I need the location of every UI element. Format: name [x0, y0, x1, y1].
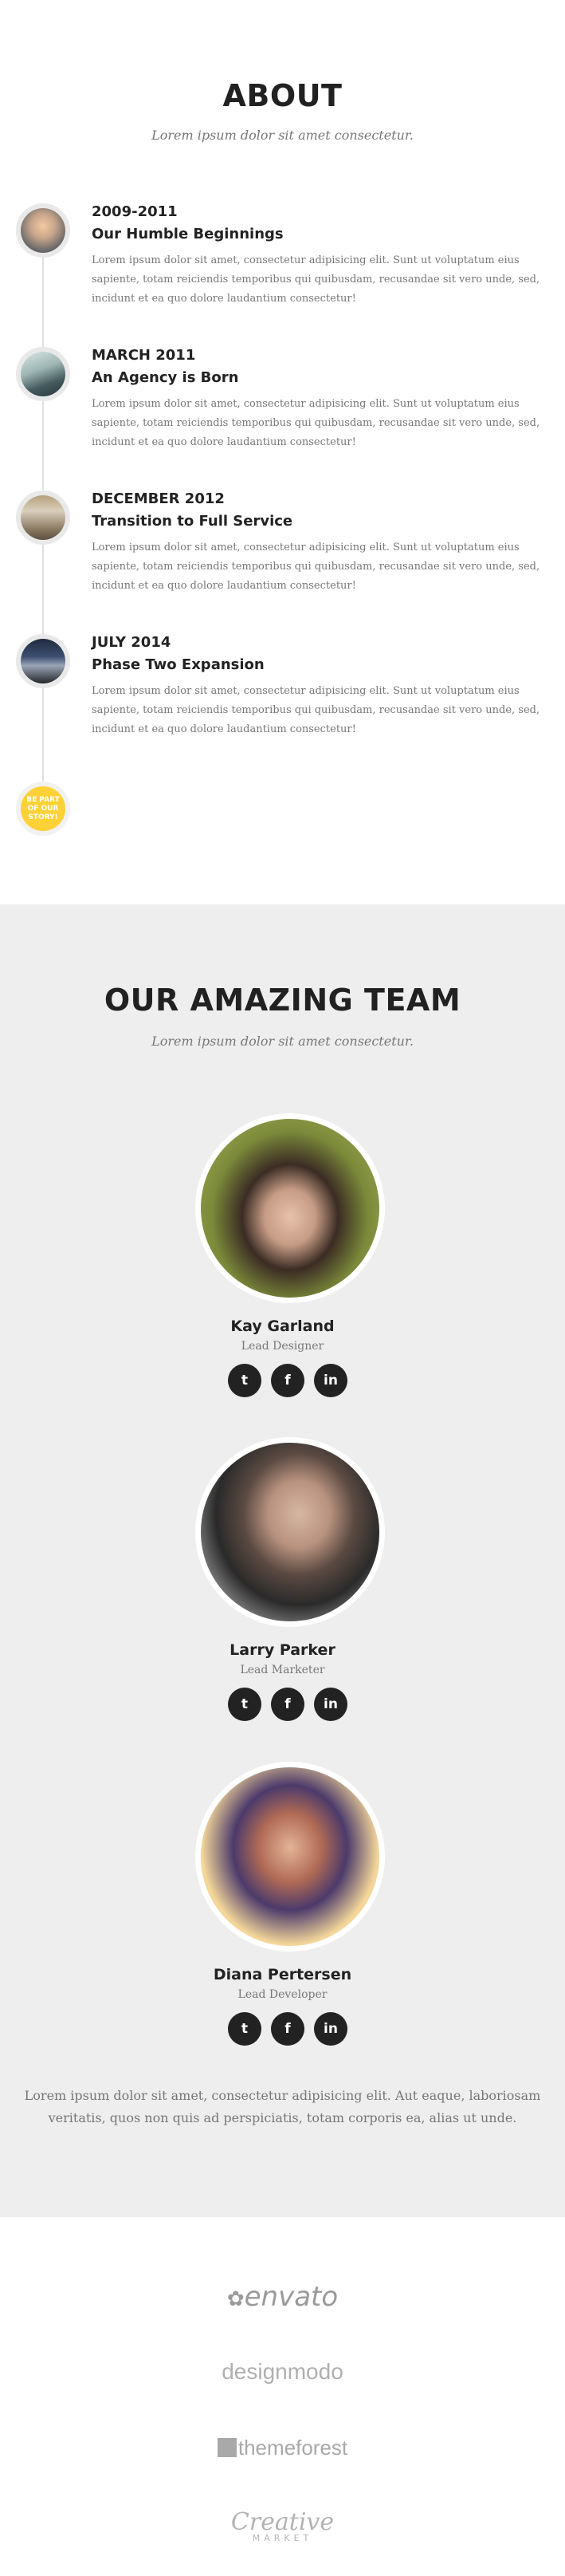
member-name: Kay Garland: [230, 1318, 335, 1335]
about-subtitle: Lorem ipsum dolor sit amet consectetur.: [151, 128, 414, 143]
member-socials: t f in: [226, 1364, 354, 1399]
timeline-heading: Our Humble Beginnings: [92, 226, 284, 242]
leaf-icon: ✿: [226, 2287, 245, 2311]
member-photo: [195, 1437, 385, 1627]
team-member: Kay Garland Lead Designer t f in: [0, 1113, 565, 1416]
timeline-date: DECEMBER 2012: [92, 490, 225, 507]
timeline-heading: An Agency is Born: [92, 369, 239, 386]
timeline-body: Lorem ipsum dolor sit amet, consectetur …: [92, 398, 540, 448]
linkedin-icon[interactable]: in: [314, 1688, 347, 1721]
team-member: Larry Parker Lead Marketer t f in: [0, 1437, 565, 1740]
member-socials: t f in: [226, 2012, 354, 2047]
timeline-heading: Phase Two Expansion: [92, 656, 265, 673]
timeline-item: JULY 2014 Phase Two Expansion Lorem ipsu…: [0, 634, 565, 770]
facebook-icon[interactable]: f: [271, 1688, 304, 1721]
logo-text: MARKET: [252, 2533, 313, 2543]
timeline-date: 2009-2011: [92, 203, 178, 220]
member-photo: [195, 1113, 385, 1303]
story-line: BE PART: [26, 796, 60, 804]
join-story-button[interactable]: BE PART OF OUR STORY!: [16, 782, 70, 836]
linkedin-icon[interactable]: in: [314, 1364, 347, 1397]
timeline-date: MARCH 2011: [92, 347, 196, 364]
team-section: OUR AMAZING TEAM Lorem ipsum dolor sit a…: [0, 904, 565, 2217]
timeline-date: JULY 2014: [92, 634, 171, 651]
story-line: STORY!: [28, 813, 58, 821]
linkedin-icon[interactable]: in: [314, 2012, 347, 2046]
creative-market-logo[interactable]: Creative MARKET: [0, 2508, 565, 2543]
member-socials: t f in: [226, 1688, 354, 1723]
timeline-body: Lorem ipsum dolor sit amet, consectetur …: [92, 685, 540, 735]
timeline-image: [16, 634, 70, 688]
member-name: Larry Parker: [230, 1641, 335, 1659]
timeline-image: [16, 347, 70, 401]
about-section: ABOUT Lorem ipsum dolor sit amet consect…: [0, 0, 565, 904]
clients-section: ✿envato designmodo themeforest Creative …: [0, 2217, 565, 2576]
twitter-icon[interactable]: t: [228, 1688, 261, 1721]
timeline-item: DECEMBER 2012 Transition to Full Service…: [0, 490, 565, 626]
designmodo-logo[interactable]: designmodo: [0, 2359, 565, 2385]
envato-logo[interactable]: ✿envato: [0, 2281, 565, 2313]
timeline-body: Lorem ipsum dolor sit amet, consectetur …: [92, 542, 540, 592]
facebook-icon[interactable]: f: [271, 2012, 304, 2046]
timeline-item: MARCH 2011 An Agency is Born Lorem ipsum…: [0, 347, 565, 483]
timeline-item: 2009-2011 Our Humble Beginnings Lorem ip…: [0, 203, 565, 339]
twitter-icon[interactable]: t: [228, 2012, 261, 2046]
story-line: OF OUR: [27, 805, 59, 813]
twitter-icon[interactable]: t: [228, 1364, 261, 1397]
facebook-icon[interactable]: f: [271, 1364, 304, 1397]
member-photo: [195, 1762, 385, 1952]
team-title: OUR AMAZING TEAM: [104, 983, 461, 1018]
member-name: Diana Pertersen: [213, 1966, 352, 1983]
themeforest-icon: [217, 2438, 237, 2457]
timeline-body: Lorem ipsum dolor sit amet, consectetur …: [92, 254, 540, 305]
about-title: ABOUT: [222, 78, 343, 113]
member-role: Lead Marketer: [240, 1664, 325, 1676]
timeline-image: [16, 203, 70, 258]
timeline-heading: Transition to Full Service: [92, 513, 293, 530]
themeforest-logo[interactable]: themeforest: [0, 2436, 565, 2460]
team-subtitle: Lorem ipsum dolor sit amet consectetur.: [151, 1034, 414, 1049]
logo-text: Creative: [230, 2508, 335, 2536]
logo-text: themeforest: [237, 2436, 348, 2460]
member-role: Lead Developer: [237, 1988, 328, 2001]
timeline-image: [16, 490, 70, 545]
member-role: Lead Designer: [241, 1340, 324, 1353]
team-member: Diana Pertersen Lead Developer t f in: [0, 1762, 565, 2065]
team-description: Lorem ipsum dolor sit amet, consectetur …: [24, 2088, 541, 2125]
logo-text: envato: [244, 2281, 339, 2313]
